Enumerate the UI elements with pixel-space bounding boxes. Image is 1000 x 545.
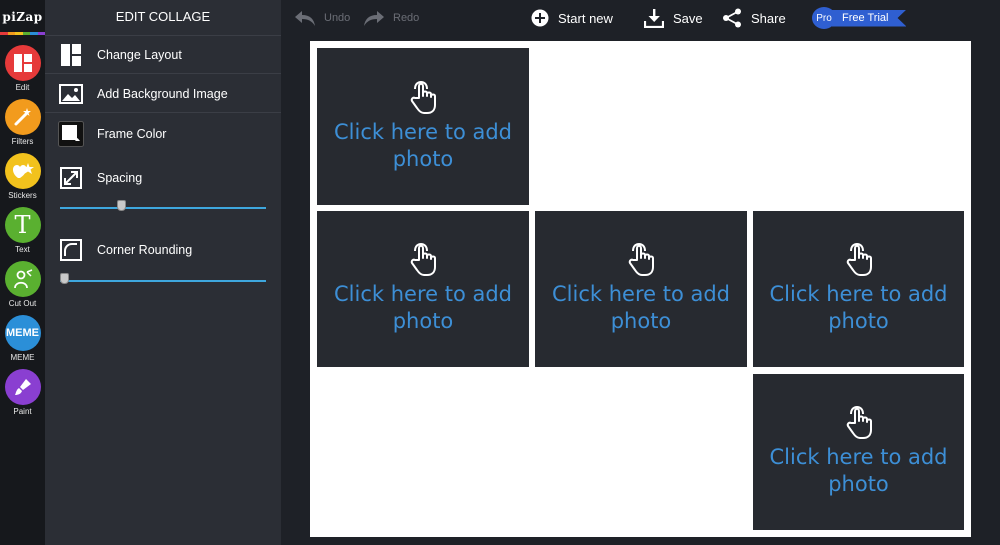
tool-text[interactable]: T Text [0,207,45,254]
slider-track [60,280,266,282]
brush-icon [4,369,41,405]
corner-rounding-item: Corner Rounding [45,231,281,269]
meme-badge: MEME [6,327,39,339]
change-layout-label: Change Layout [97,47,182,62]
add-background-label: Add Background Image [97,86,228,101]
undo-icon [295,11,315,26]
download-icon [644,9,664,28]
add-photo-text: Click here to add photo [769,282,948,333]
photo-slot-1[interactable]: Click here to add photo [317,48,529,205]
save-button[interactable]: Save [644,0,703,36]
redo-button[interactable]: Redo [362,0,419,36]
corner-rounding-icon [58,237,84,263]
tap-hand-icon [410,80,436,114]
spacing-label: Spacing [97,171,143,185]
stickers-icon [4,153,41,189]
photo-slot-4[interactable]: Click here to add photo [753,211,964,367]
resize-arrows-icon [58,165,84,191]
text-badge: T [14,211,31,239]
tool-stickers[interactable]: Stickers [0,153,45,200]
tool-label: MEME [10,353,35,362]
add-photo-text: Click here to add photo [552,282,730,333]
color-swatch-icon [58,121,84,147]
tool-rail: piZap Edit Filters Stickers T Text Cut O… [0,0,45,545]
add-photo-text: Click here to add photo [334,119,512,171]
tool-cutout[interactable]: Cut Out [0,261,45,308]
free-trial-button[interactable]: Pro Free Trial [812,7,907,29]
add-background-item[interactable]: Add Background Image [45,75,281,113]
frame-color-item[interactable]: Frame Color [45,115,281,153]
spacing-slider-thumb[interactable] [117,200,126,211]
tool-meme[interactable]: MEME MEME [0,315,45,362]
tool-label: Filters [11,137,34,146]
add-photo-text: Click here to add photo [334,282,512,333]
frame-color-label: Frame Color [97,127,167,141]
layout-icon [4,45,41,81]
change-layout-item[interactable]: Change Layout [45,36,281,74]
share-icon [723,8,741,28]
panel-title: EDIT COLLAGE [45,0,281,36]
cutout-icon [4,261,41,297]
meme-icon: MEME [4,315,41,351]
save-label: Save [673,10,703,26]
plus-circle-icon [531,9,549,27]
tool-filters[interactable]: Filters [0,99,45,146]
tap-hand-icon [846,406,872,439]
logo-color-bar [0,32,45,35]
top-toolbar: Undo Redo Start new Save Share Pro Free … [281,0,1000,38]
start-new-label: Start new [558,10,613,26]
tool-label: Cut Out [8,299,37,308]
tool-label: Stickers [8,191,37,200]
tap-hand-icon [628,243,654,276]
tool-edit[interactable]: Edit [0,45,45,92]
corner-rounding-label: Corner Rounding [97,243,193,257]
free-trial-ribbon: Free Trial [832,9,907,27]
share-label: Share [751,10,786,26]
image-icon [58,81,84,107]
spacing-item: Spacing [45,159,281,197]
redo-icon [364,11,384,26]
app-window: piZap Edit Filters Stickers T Text Cut O… [0,0,1000,545]
slider-track [60,207,266,209]
photo-slot-3[interactable]: Click here to add photo [535,211,747,367]
edit-collage-panel: EDIT COLLAGE Change Layout Add Backgroun… [45,0,281,545]
start-new-button[interactable]: Start new [531,0,613,36]
tap-hand-icon [846,243,872,276]
text-t-icon: T [4,207,41,243]
tool-label: Paint [13,407,32,416]
photo-slot-2[interactable]: Click here to add photo [317,211,529,367]
tool-paint[interactable]: Paint [0,369,45,416]
spacing-slider[interactable] [60,200,266,212]
layout-grid-icon [58,42,84,68]
tap-hand-icon [410,243,436,276]
pro-badge: Pro [812,7,836,29]
tool-label: Edit [15,83,30,92]
collage-canvas: Click here to add photo Click here to ad… [310,41,971,537]
undo-button[interactable]: Undo [293,0,350,36]
corner-rounding-slider[interactable] [60,273,266,285]
pizap-logo[interactable]: piZap [0,0,45,34]
magic-wand-icon [4,99,41,135]
tool-label: Text [15,245,30,254]
share-button[interactable]: Share [722,0,786,36]
undo-label: Undo [324,12,351,24]
corner-slider-thumb[interactable] [60,273,69,284]
redo-label: Redo [393,12,420,24]
photo-slot-5[interactable]: Click here to add photo [753,374,964,530]
add-photo-text: Click here to add photo [769,445,948,496]
